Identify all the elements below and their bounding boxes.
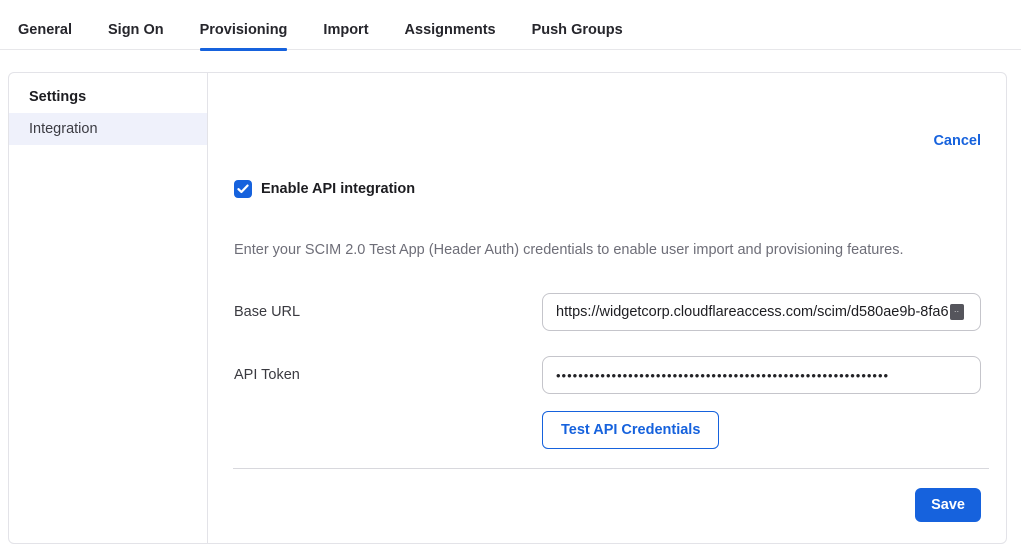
test-credentials-row: Test API Credentials xyxy=(234,411,981,449)
tab-assignments[interactable]: Assignments xyxy=(405,0,496,49)
save-row: Save xyxy=(234,488,981,522)
tab-general[interactable]: General xyxy=(18,0,72,49)
main-content: Cancel Enable API integration Enter your… xyxy=(208,73,1006,543)
base-url-value: https://widgetcorp.cloudflareaccess.com/… xyxy=(556,304,949,320)
api-token-field-row: API Token ••••••••••••••••••••••••••••••… xyxy=(234,356,981,394)
credentials-description: Enter your SCIM 2.0 Test App (Header Aut… xyxy=(234,241,981,259)
sidebar-item-integration[interactable]: Integration xyxy=(9,113,207,145)
tab-sign-on[interactable]: Sign On xyxy=(108,0,164,49)
tab-push-groups[interactable]: Push Groups xyxy=(532,0,623,49)
tab-bar: General Sign On Provisioning Import Assi… xyxy=(0,0,1021,50)
base-url-label: Base URL xyxy=(234,304,542,320)
test-api-credentials-button[interactable]: Test API Credentials xyxy=(542,411,719,449)
divider xyxy=(233,468,989,469)
tab-provisioning[interactable]: Provisioning xyxy=(200,0,288,49)
base-url-input[interactable]: https://widgetcorp.cloudflareaccess.com/… xyxy=(542,293,981,331)
provisioning-panel: Settings Integration Cancel Enable API i… xyxy=(8,72,1007,544)
enable-api-checkbox[interactable] xyxy=(234,180,252,198)
base-url-field-row: Base URL https://widgetcorp.cloudflareac… xyxy=(234,293,981,331)
enable-api-label: Enable API integration xyxy=(261,181,415,197)
save-button[interactable]: Save xyxy=(915,488,981,522)
tab-import[interactable]: Import xyxy=(323,0,368,49)
cancel-link[interactable]: Cancel xyxy=(933,133,981,149)
enable-api-row: Enable API integration xyxy=(234,180,981,198)
sidebar: Settings Integration xyxy=(9,73,208,543)
sidebar-header-settings: Settings xyxy=(9,81,207,113)
text-overflow-indicator-icon xyxy=(950,304,964,320)
cancel-row: Cancel xyxy=(234,73,981,150)
api-token-label: API Token xyxy=(234,367,542,383)
api-token-input[interactable]: ••••••••••••••••••••••••••••••••••••••••… xyxy=(542,356,981,394)
checkmark-icon xyxy=(237,184,249,194)
api-token-value: ••••••••••••••••••••••••••••••••••••••••… xyxy=(556,368,889,383)
